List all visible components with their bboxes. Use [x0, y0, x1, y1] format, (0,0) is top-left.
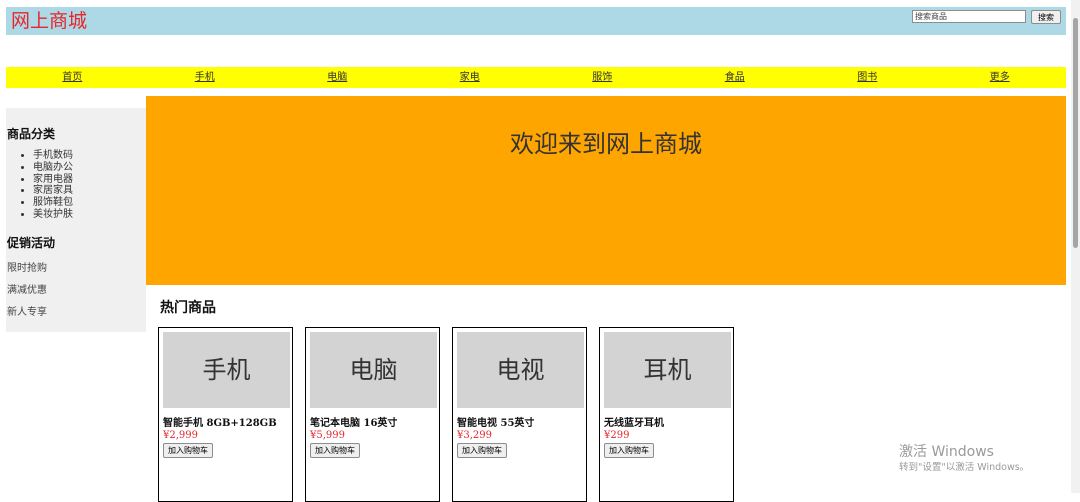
product-price: ¥299	[604, 430, 630, 441]
category-item[interactable]: 美妆护肤	[33, 209, 73, 221]
product-card[interactable]: 耳机 无线蓝牙耳机 ¥299 加入购物车	[599, 327, 734, 502]
category-item[interactable]: 手机数码	[33, 150, 73, 162]
windows-activation-watermark: 激活 Windows 转到"设置"以激活 Windows。	[899, 443, 1029, 475]
search-input[interactable]	[912, 10, 1026, 23]
add-to-cart-button[interactable]: 加入购物车	[604, 443, 654, 458]
product-name: 智能电视 55英寸	[457, 418, 535, 429]
promo-item-discount[interactable]: 满减优惠	[7, 281, 47, 296]
product-card[interactable]: 手机 智能手机 8GB+128GB ¥2,999 加入购物车	[158, 327, 293, 502]
product-card[interactable]: 电脑 笔记本电脑 16英寸 ¥5,999 加入购物车	[305, 327, 440, 502]
nav-link-home[interactable]: 首页	[6, 67, 139, 88]
product-price: ¥2,999	[163, 430, 198, 441]
section-title-hot-products: 热门商品	[160, 300, 216, 316]
nav-link-apparel[interactable]: 服饰	[536, 67, 669, 88]
watermark-subtitle: 转到"设置"以激活 Windows。	[899, 462, 1030, 473]
category-item[interactable]: 服饰鞋包	[33, 197, 73, 209]
watermark-title: 激活 Windows	[899, 444, 994, 460]
product-image[interactable]: 电视	[457, 332, 584, 408]
main-nav: 首页 手机 电脑 家电 服饰 食品 图书 更多	[6, 67, 1066, 88]
page-scrollbar[interactable]	[1071, 0, 1080, 493]
nav-link-more[interactable]: 更多	[934, 67, 1067, 88]
product-price: ¥5,999	[310, 430, 345, 441]
nav-link-books[interactable]: 图书	[801, 67, 934, 88]
category-list: 手机数码 电脑办公 家用电器 家居家具 服饰鞋包 美妆护肤	[12, 150, 73, 221]
category-heading: 商品分类	[7, 127, 56, 141]
search-button[interactable]: 搜索	[1031, 10, 1061, 24]
promo-item-flash-sale[interactable]: 限时抢购	[7, 259, 47, 274]
product-image[interactable]: 手机	[163, 332, 290, 408]
promo-heading: 促销活动	[7, 236, 56, 250]
add-to-cart-button[interactable]: 加入购物车	[457, 443, 507, 458]
nav-link-computers[interactable]: 电脑	[271, 67, 404, 88]
product-image[interactable]: 耳机	[604, 332, 731, 408]
product-name: 智能手机 8GB+128GB	[163, 418, 277, 429]
hero-banner: 欢迎来到网上商城	[146, 96, 1066, 285]
nav-link-phones[interactable]: 手机	[139, 67, 272, 88]
product-name: 笔记本电脑 16英寸	[310, 418, 398, 429]
product-card[interactable]: 电视 智能电视 55英寸 ¥3,299 加入购物车	[452, 327, 587, 502]
category-item[interactable]: 电脑办公	[33, 162, 73, 174]
nav-link-food[interactable]: 食品	[669, 67, 802, 88]
nav-link-appliances[interactable]: 家电	[404, 67, 537, 88]
banner-text: 欢迎来到网上商城	[510, 130, 702, 158]
site-header: 网上商城	[6, 7, 1066, 35]
promo-item-new-user[interactable]: 新人专享	[7, 303, 47, 318]
add-to-cart-button[interactable]: 加入购物车	[163, 443, 213, 458]
product-price: ¥3,299	[457, 430, 492, 441]
product-image[interactable]: 电脑	[310, 332, 437, 408]
category-item[interactable]: 家居家具	[33, 185, 73, 197]
product-name: 无线蓝牙耳机	[604, 418, 664, 429]
add-to-cart-button[interactable]: 加入购物车	[310, 443, 360, 458]
site-logo[interactable]: 网上商城	[11, 7, 87, 35]
scrollbar-thumb[interactable]	[1073, 18, 1078, 248]
category-item[interactable]: 家用电器	[33, 174, 73, 186]
